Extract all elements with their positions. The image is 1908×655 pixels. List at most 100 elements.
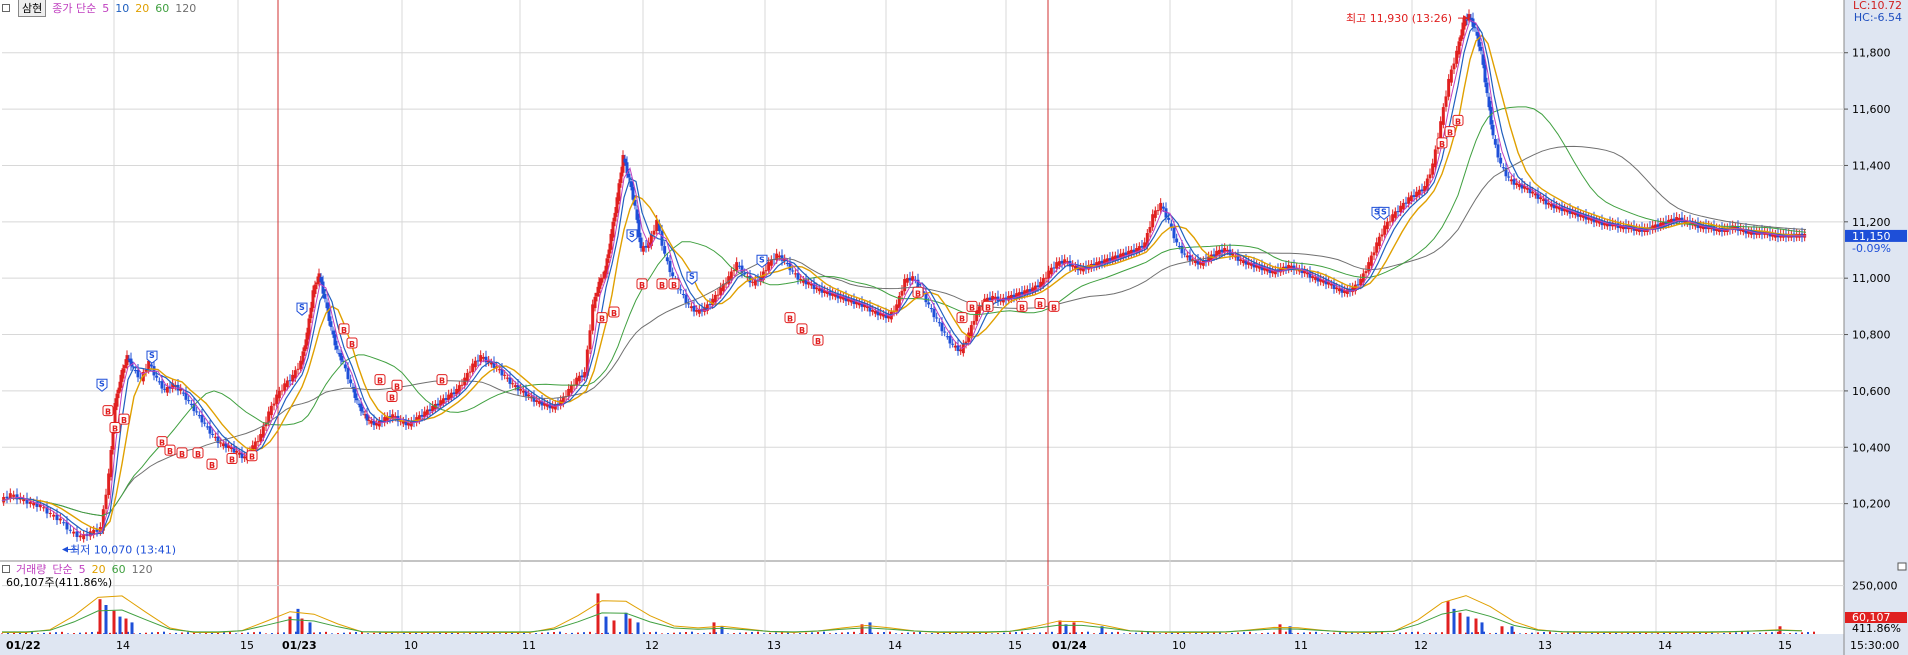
volume-bar: [1466, 616, 1470, 634]
candle-body: [1052, 267, 1056, 269]
volume-bar: [835, 632, 837, 634]
candle-body: [613, 212, 617, 222]
volume-bar: [889, 631, 891, 634]
candle-body: [1108, 258, 1112, 261]
volume-bar: [799, 633, 801, 634]
candle-body: [195, 411, 199, 413]
time-tick-label: 10: [1172, 639, 1186, 652]
volume-tick-label: 250,000: [1852, 580, 1898, 593]
candle-body: [484, 356, 488, 363]
volume-collapse-icon[interactable]: [2, 565, 10, 573]
sell-signal-letter: S: [149, 351, 155, 360]
volume-bar: [397, 633, 399, 634]
candle-body: [1475, 31, 1479, 36]
candle-body: [125, 355, 129, 366]
volume-bar: [1393, 633, 1395, 634]
candle-body: [479, 355, 483, 362]
volume-pane-toggle-icon[interactable]: [1897, 562, 1907, 571]
volume-bar: [769, 632, 771, 634]
candle-body: [900, 290, 904, 296]
buy-signal-letter: B: [439, 377, 445, 386]
candle-body: [489, 362, 493, 365]
candle-body: [291, 374, 295, 382]
time-tick-label: 10: [404, 639, 418, 652]
volume-bar: [709, 632, 711, 634]
candle-body: [668, 260, 672, 273]
volume-bar: [697, 633, 699, 634]
corner-hc: HC:-6.54: [1853, 11, 1902, 24]
volume-bar: [118, 616, 122, 634]
candle-body: [1399, 205, 1403, 213]
candle-body: [1239, 259, 1243, 262]
time-tick-label: 01/24: [1052, 639, 1087, 652]
volume-bar: [308, 622, 312, 634]
candle-body: [237, 452, 241, 455]
time-tick-label: 11: [522, 639, 536, 652]
candle-body: [1377, 236, 1381, 247]
volume-bar: [7, 633, 9, 634]
candle-body: [1335, 287, 1339, 290]
volume-bar: [1543, 632, 1545, 634]
candle-body: [799, 279, 803, 281]
ma120-label: 120: [175, 1, 197, 15]
candle-body: [367, 419, 371, 421]
volume-bar: [1249, 631, 1251, 634]
volume-bar: [1555, 633, 1557, 634]
buy-signal-letter: B: [209, 461, 215, 470]
candle-body: [473, 360, 477, 368]
volume-bar: [98, 599, 102, 634]
candle-body: [513, 385, 517, 387]
buy-signal-letter: B: [639, 281, 645, 290]
time-tick-label: 14: [1658, 639, 1672, 652]
candle-body: [791, 270, 795, 272]
volume-bar: [1435, 632, 1437, 634]
candle-body: [908, 277, 912, 281]
candle-body: [737, 265, 741, 267]
volume-bar: [961, 633, 963, 634]
volume-bar: [1303, 632, 1305, 634]
candle-body: [951, 343, 955, 345]
candle-body: [307, 318, 311, 337]
volume-bar: [505, 632, 507, 634]
stock-chart: 10,200 10,400 10,600 10,800 11,000 11,200 11,4…: [0, 0, 1908, 655]
candle-body: [181, 392, 185, 394]
volume-bar: [1267, 632, 1269, 634]
candle-body: [109, 449, 113, 478]
candle-body: [1485, 82, 1489, 94]
candle-body: [476, 360, 480, 362]
volume-bar: [469, 633, 471, 634]
candle-body: [1057, 261, 1061, 266]
price-tick-label: 10,600: [1852, 385, 1891, 398]
candle-body: [527, 394, 531, 397]
ma5-label: 5: [102, 1, 110, 15]
volume-bar: [1357, 633, 1359, 634]
candle-body: [1036, 285, 1040, 288]
candle-body: [58, 518, 62, 521]
candle-body: [1515, 183, 1519, 185]
sell-signal-letter: S: [299, 303, 305, 312]
candle-body: [329, 321, 333, 327]
buy-signal-letter: B: [112, 425, 118, 434]
sell-signal-letter: S: [689, 272, 695, 281]
candle-body: [460, 384, 464, 386]
candle-body: [1487, 96, 1491, 108]
candle-body: [1212, 254, 1216, 257]
volume-bar: [1123, 633, 1125, 634]
candle-body: [319, 277, 323, 282]
buy-signal-letter: B: [799, 326, 805, 335]
buy-signal-letter: B: [389, 394, 395, 403]
volume-bar: [439, 632, 441, 634]
volume-bar: [847, 632, 849, 634]
stock-name-badge[interactable]: 삼현: [18, 0, 47, 17]
candle-body: [253, 441, 257, 449]
candle-body: [1156, 210, 1160, 212]
volume-bar: [313, 632, 315, 634]
candle-body: [817, 288, 821, 292]
candle-body: [213, 436, 217, 438]
candle-body: [1401, 202, 1405, 210]
candle-body: [1220, 249, 1224, 253]
collapse-icon[interactable]: [2, 4, 10, 12]
volume-bar: [37, 633, 39, 634]
volume-bar: [679, 632, 681, 634]
volume-bar: [1657, 633, 1659, 634]
